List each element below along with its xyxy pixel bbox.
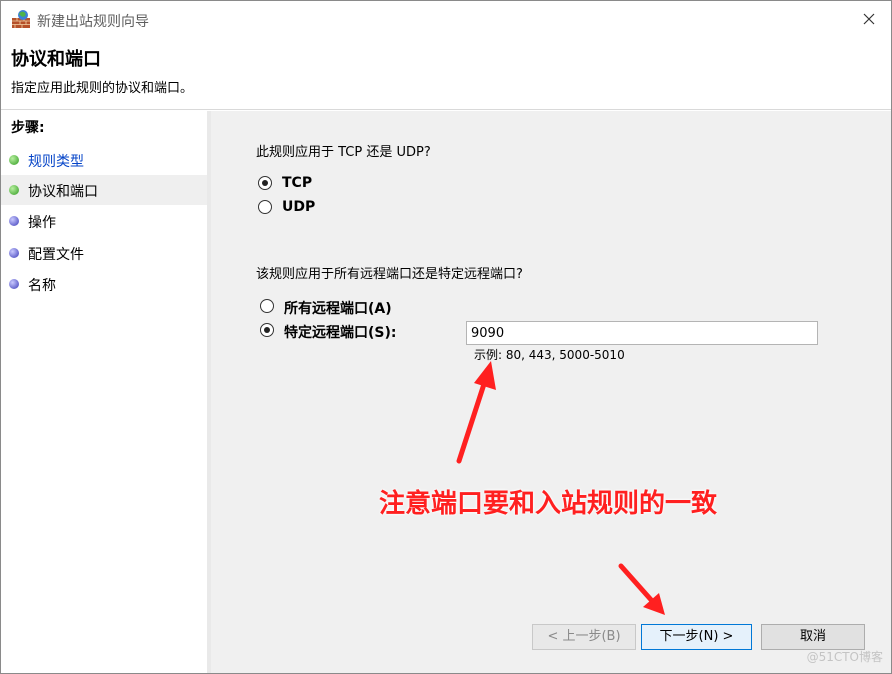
green-dot-icon [9,185,19,195]
step-label: 配置文件 [28,247,84,263]
step-action: 操作 [1,206,207,236]
blue-dot-icon [9,248,19,258]
step-rule-type[interactable]: 规则类型 [1,145,207,175]
blue-dot-icon [9,279,19,289]
step-profile: 配置文件 [1,238,207,268]
step-name: 名称 [1,269,207,299]
radio-button-selected[interactable] [260,323,274,337]
radio-label-specific-ports: 特定远程端口(S): [284,325,397,341]
next-button[interactable]: 下一步(N) > [641,624,752,650]
radio-button[interactable] [258,200,272,214]
cancel-button[interactable]: 取消 [761,624,865,650]
title-bar: 新建出站规则向导 [1,1,891,37]
page-title: 协议和端口 [11,49,101,70]
step-label: 名称 [28,278,56,294]
steps-label: 步骤: [11,120,45,136]
watermark: @51CTO博客 [806,650,883,664]
firewall-icon [12,10,30,28]
radio-button[interactable] [260,299,274,313]
page-header: 协议和端口 指定应用此规则的协议和端口。 [1,37,891,110]
radio-label-all-ports: 所有远程端口(A) [284,301,392,317]
main-content: 此规则应用于 TCP 还是 UDP? TCP UDP 该规则应用于所有远程端口还… [211,111,891,673]
port-example-hint: 示例: 80, 443, 5000-5010 [474,348,625,362]
step-protocol-port: 协议和端口 [1,175,207,205]
annotation-text: 注意端口要和入站规则的一致 [379,489,718,519]
radio-button-selected[interactable] [258,176,272,190]
ports-question: 该规则应用于所有远程端口还是特定远程端口? [256,267,523,282]
page-description: 指定应用此规则的协议和端口。 [11,81,194,96]
green-dot-icon [9,155,19,165]
protocol-question: 此规则应用于 TCP 还是 UDP? [256,145,431,160]
steps-sidebar: 步骤: 规则类型 协议和端口 操作 配置文件 名称 [1,111,207,673]
port-input[interactable] [466,321,818,345]
radio-label-udp: UDP [282,199,316,215]
window-title: 新建出站规则向导 [37,14,149,30]
step-label: 协议和端口 [28,184,98,200]
back-button[interactable]: < 上一步(B) [532,624,636,650]
blue-dot-icon [9,216,19,226]
step-label: 操作 [28,215,56,231]
step-label: 规则类型 [28,154,84,170]
close-icon[interactable] [857,7,881,31]
radio-label-tcp: TCP [282,175,313,191]
wizard-window: 新建出站规则向导 协议和端口 指定应用此规则的协议和端口。 步骤: 规则类型 协… [0,0,892,674]
